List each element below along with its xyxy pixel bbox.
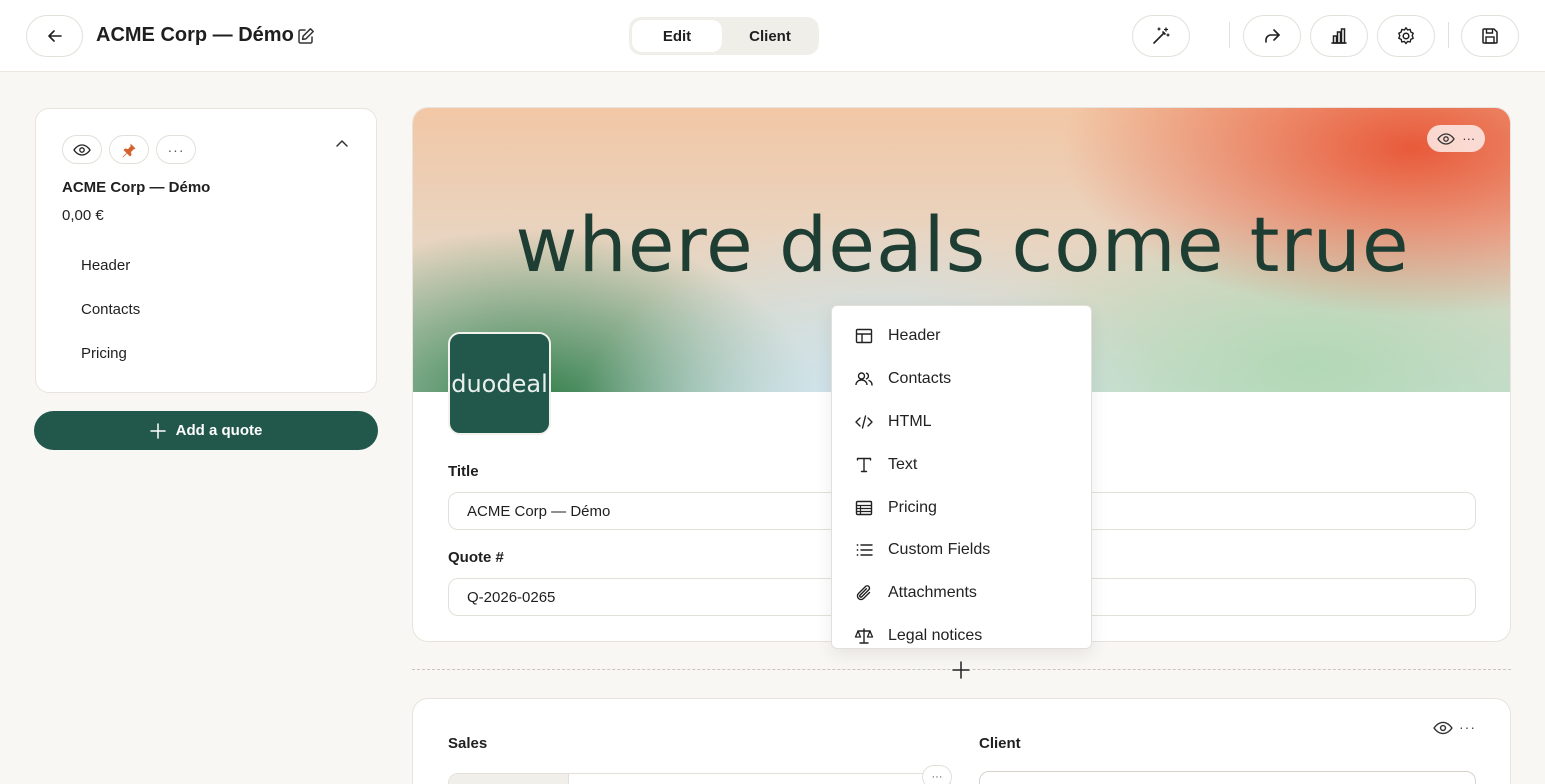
add-block-button[interactable]	[950, 659, 972, 681]
sales-more-button[interactable]: ···	[922, 765, 952, 784]
more-options-chip[interactable]: ···	[156, 135, 196, 164]
edit-mode-tab[interactable]: Edit	[632, 20, 722, 52]
quote-outline-card: ··· ACME Corp — Démo 0,00 € Header Conta…	[35, 108, 377, 393]
preview-chip[interactable]	[62, 135, 102, 164]
document-title: ACME Corp — Démo	[96, 24, 294, 46]
code-icon	[854, 412, 874, 432]
menu-item-attachments[interactable]: Attachments	[832, 573, 1091, 613]
plus-icon	[149, 422, 166, 439]
sales-contact-selector[interactable]	[448, 773, 951, 784]
client-label: Client	[979, 735, 1021, 752]
add-quote-label: Add a quote	[175, 422, 263, 439]
menu-item-pricing[interactable]: Pricing	[832, 488, 1091, 528]
plus-icon	[952, 661, 970, 679]
contacts-block-card: Sales Client ··· ···	[412, 698, 1511, 784]
quote-amount: 0,00 €	[62, 207, 104, 224]
pin-chip[interactable]	[109, 135, 149, 164]
sidebar-item-pricing[interactable]: Pricing	[81, 345, 127, 362]
toolbar-divider	[1448, 22, 1449, 48]
menu-item-legal-notices[interactable]: Legal notices	[832, 616, 1091, 648]
menu-item-html[interactable]: HTML	[832, 402, 1091, 442]
client-contact-selector[interactable]	[979, 771, 1476, 784]
ai-magic-button[interactable]	[1132, 15, 1190, 57]
gear-icon	[1396, 26, 1416, 46]
eye-icon[interactable]	[1433, 721, 1453, 737]
eye-icon	[73, 143, 91, 156]
sidebar-item-contacts[interactable]: Contacts	[81, 301, 140, 318]
title-field-label: Title	[448, 463, 479, 480]
ellipsis-icon[interactable]: ···	[1459, 719, 1476, 735]
settings-button[interactable]	[1377, 15, 1435, 57]
paperclip-icon	[854, 583, 874, 603]
sales-contact-tab	[449, 774, 569, 784]
save-button[interactable]	[1461, 15, 1519, 57]
toolbar-divider	[1229, 22, 1230, 48]
menu-item-header[interactable]: Header	[832, 316, 1091, 356]
menu-item-contacts[interactable]: Contacts	[832, 359, 1091, 399]
floppy-disk-icon	[1480, 26, 1500, 46]
top-bar: ACME Corp — Démo Edit Client	[0, 0, 1545, 72]
mode-toggle: Edit Client	[629, 17, 819, 55]
add-quote-button[interactable]: Add a quote	[34, 411, 378, 450]
bar-chart-icon	[1329, 26, 1349, 46]
menu-item-custom-fields[interactable]: Custom Fields	[832, 530, 1091, 570]
eye-icon[interactable]	[1436, 132, 1455, 145]
client-mode-tab[interactable]: Client	[725, 20, 815, 52]
menu-item-text[interactable]: Text	[832, 445, 1091, 485]
magic-wand-icon	[1151, 26, 1171, 46]
layout-icon	[854, 326, 874, 346]
pushpin-icon	[121, 142, 137, 158]
quote-number-label: Quote #	[448, 549, 504, 566]
list-icon	[854, 540, 874, 560]
back-button[interactable]	[26, 15, 83, 57]
sales-label: Sales	[448, 735, 488, 752]
block-controls: ···	[1427, 125, 1485, 152]
analytics-button[interactable]	[1310, 15, 1368, 57]
chevron-up-icon[interactable]	[334, 136, 350, 152]
users-icon	[854, 369, 874, 389]
table-icon	[854, 498, 874, 518]
quote-name: ACME Corp — Démo	[62, 179, 211, 196]
text-icon	[854, 455, 874, 475]
arrow-left-icon	[45, 26, 65, 46]
add-block-menu: Header Contacts HTML Text Pricing Custom…	[831, 305, 1092, 649]
share-button[interactable]	[1243, 15, 1301, 57]
company-logo[interactable]: duodeal	[448, 332, 551, 435]
hero-tagline: where deals come true	[515, 200, 1410, 289]
share-arrow-icon	[1262, 26, 1282, 46]
edit-pencil-icon[interactable]	[296, 26, 316, 46]
ellipsis-icon: ···	[167, 141, 185, 158]
scale-icon	[854, 626, 874, 646]
sidebar-item-header[interactable]: Header	[81, 257, 130, 274]
ellipsis-icon[interactable]: ···	[1462, 131, 1475, 146]
